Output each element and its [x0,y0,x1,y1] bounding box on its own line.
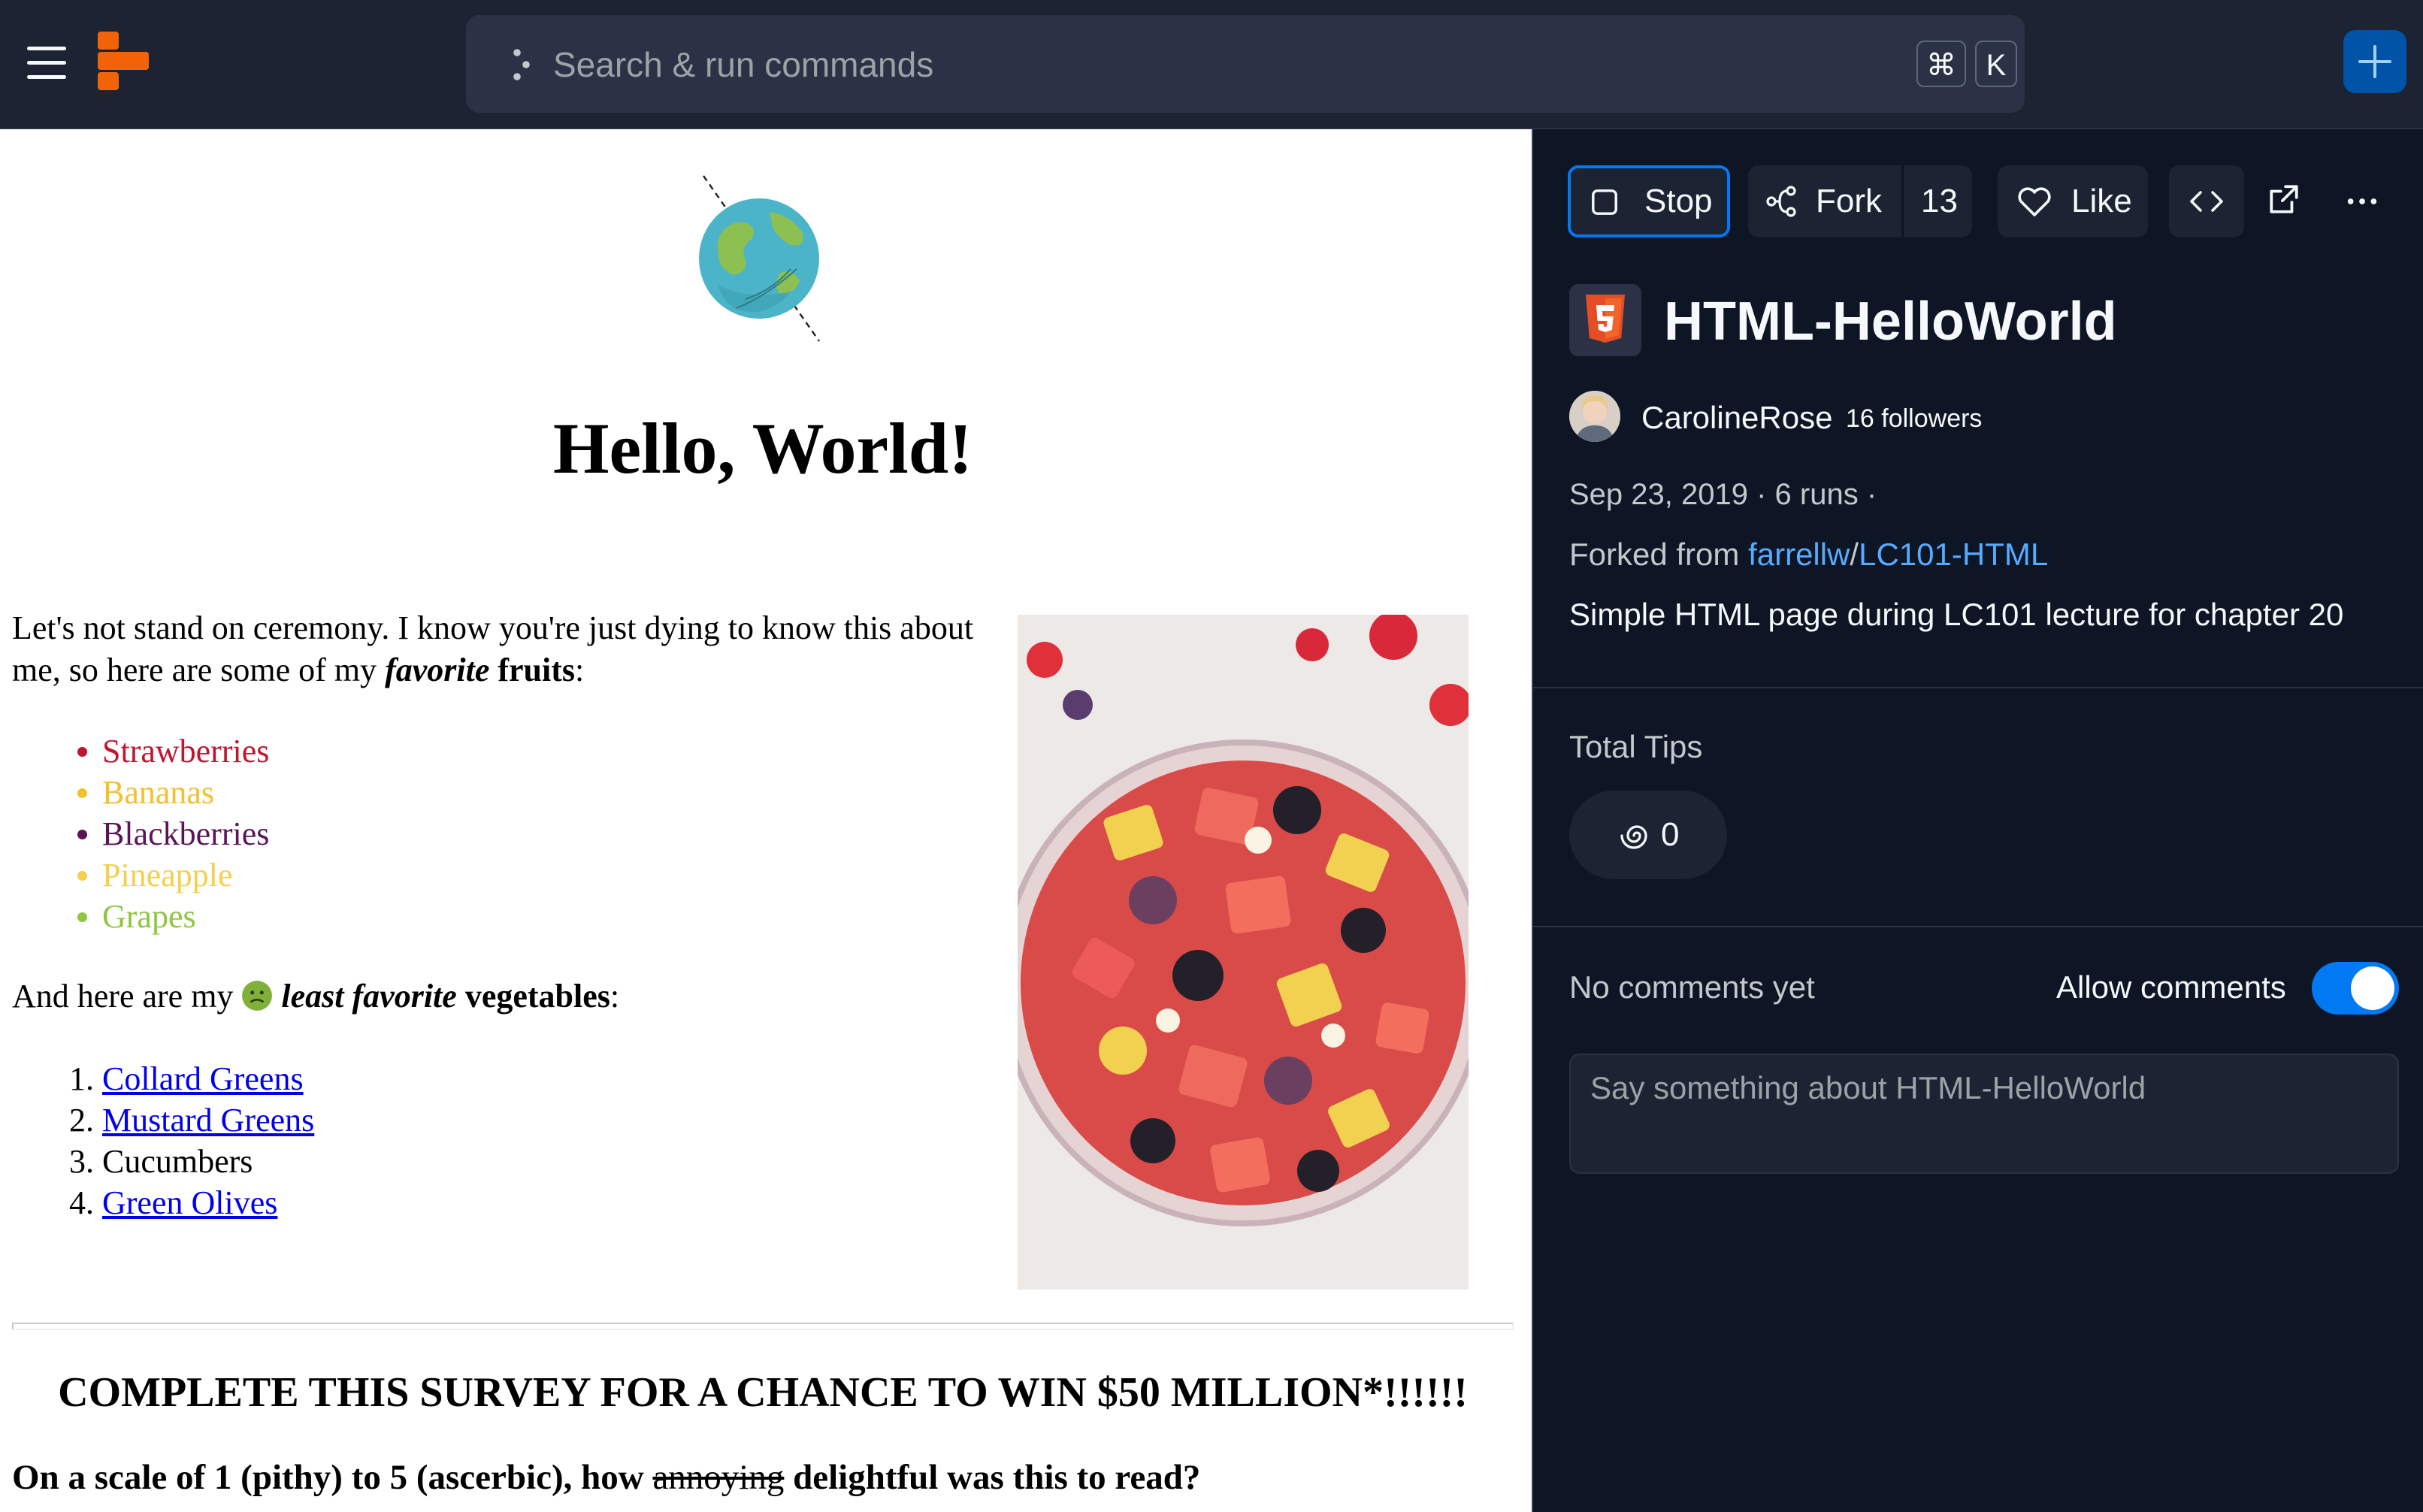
no-comments-text: No comments yet [1569,969,1815,1005]
create-button[interactable] [2343,30,2406,93]
page-heading: Hello, World! [552,408,973,488]
forked-from: Forked from farrellw/LC101-HTML [1569,537,2049,572]
toggle-knob [2351,966,2394,1010]
command-dots-icon [513,49,530,80]
repl-description: Simple HTML page during LC101 lecture fo… [1569,597,2344,632]
author-name[interactable]: CarolineRose [1641,398,1832,437]
tip-button[interactable]: 0 [1569,791,1727,879]
avatar[interactable] [1569,391,1620,442]
menu-button[interactable] [23,41,72,86]
list-item: Strawberries [102,730,269,772]
divider [1533,687,2423,688]
open-new-tab-button[interactable] [2267,182,2306,221]
fork-count: 13 [1921,183,1958,219]
more-horizontal-icon [2347,198,2377,204]
nauseated-face-icon [242,981,273,1011]
code-button[interactable] [2169,165,2244,237]
forked-user-link[interactable]: farrellw [1748,537,1850,572]
least-favorite-vegetables-list: Collard Greens Mustard Greens Cucumbers … [12,1058,314,1223]
spiral-cycles-icon [1620,825,1647,849]
list-item: Collard Greens [102,1058,314,1099]
repl-info-panel: Stop Fork 13 Like HTML-HelloWorld Caroli… [1533,129,2423,1512]
like-label: Like [2071,183,2132,219]
list-item: Grapes [102,896,269,937]
comment-input[interactable] [1569,1054,2399,1174]
search-input[interactable]: Search & run commands ⌘ K [466,15,2025,113]
survey-title: COMPLETE THIS SURVEY FOR A CHANCE TO WIN… [58,1369,1468,1416]
k-key-hint: K [1975,41,2017,87]
webview-preview: Hello, World! Let's not stand on ceremon… [0,129,1532,1512]
vegetable-link[interactable]: Mustard Greens [102,1102,314,1139]
tips-label: Total Tips [1569,729,1703,764]
fork-button[interactable]: Fork 13 [1748,165,1972,237]
tips-count: 0 [1661,816,1680,853]
stop-square-icon [1592,189,1617,215]
vegetables-intro: And here are my least favorite vegetable… [12,978,620,1015]
external-link-icon [2270,185,2298,213]
fork-icon [1766,186,1796,217]
globe-image [699,175,820,342]
repl-title: HTML-HelloWorld [1664,292,2117,352]
html5-icon [1569,284,1641,356]
stop-button[interactable]: Stop [1568,165,1730,237]
vegetable-link[interactable]: Green Olives [102,1184,277,1221]
more-options-button[interactable] [2345,186,2387,216]
survey-question: On a scale of 1 (pithy) to 5 (ascerbic),… [12,1458,1201,1497]
hamburger-icon [27,47,66,50]
followers-count[interactable]: 16 followers [1846,401,1982,436]
forked-repl-link[interactable]: LC101-HTML [1859,537,2048,572]
favorite-fruits-list: Strawberries Bananas Blackberries Pineap… [12,730,269,937]
like-button[interactable]: Like [1998,165,2148,237]
list-item: Blackberries [102,813,269,854]
vegetable-link[interactable]: Collard Greens [102,1060,304,1097]
fruit-salad-image [1018,615,1469,1290]
code-brackets-icon [2190,191,2223,212]
allow-comments-label: Allow comments [2056,969,2286,1005]
list-item: Cucumbers [102,1141,314,1182]
horizontal-rule [12,1323,1514,1330]
divider [1533,926,2423,927]
intro-paragraph: Let's not stand on ceremony. I know you'… [12,609,974,688]
fork-label: Fork [1816,183,1882,219]
list-item: Bananas [102,772,269,813]
list-item: Mustard Greens [102,1099,314,1141]
list-item: Pineapple [102,854,269,896]
search-placeholder: Search & run commands [553,45,934,84]
repl-meta: Sep 23, 2019 · 6 runs · [1569,478,1877,511]
list-item: Green Olives [102,1182,314,1223]
vegetable-text: Cucumbers [102,1143,253,1180]
heart-icon [2018,187,2051,216]
replit-logo[interactable] [98,32,149,90]
cmd-key-hint: ⌘ [1916,41,1966,87]
stop-label: Stop [1644,183,1713,219]
allow-comments-toggle[interactable] [2312,962,2399,1015]
top-bar: Search & run commands ⌘ K [0,0,2423,129]
